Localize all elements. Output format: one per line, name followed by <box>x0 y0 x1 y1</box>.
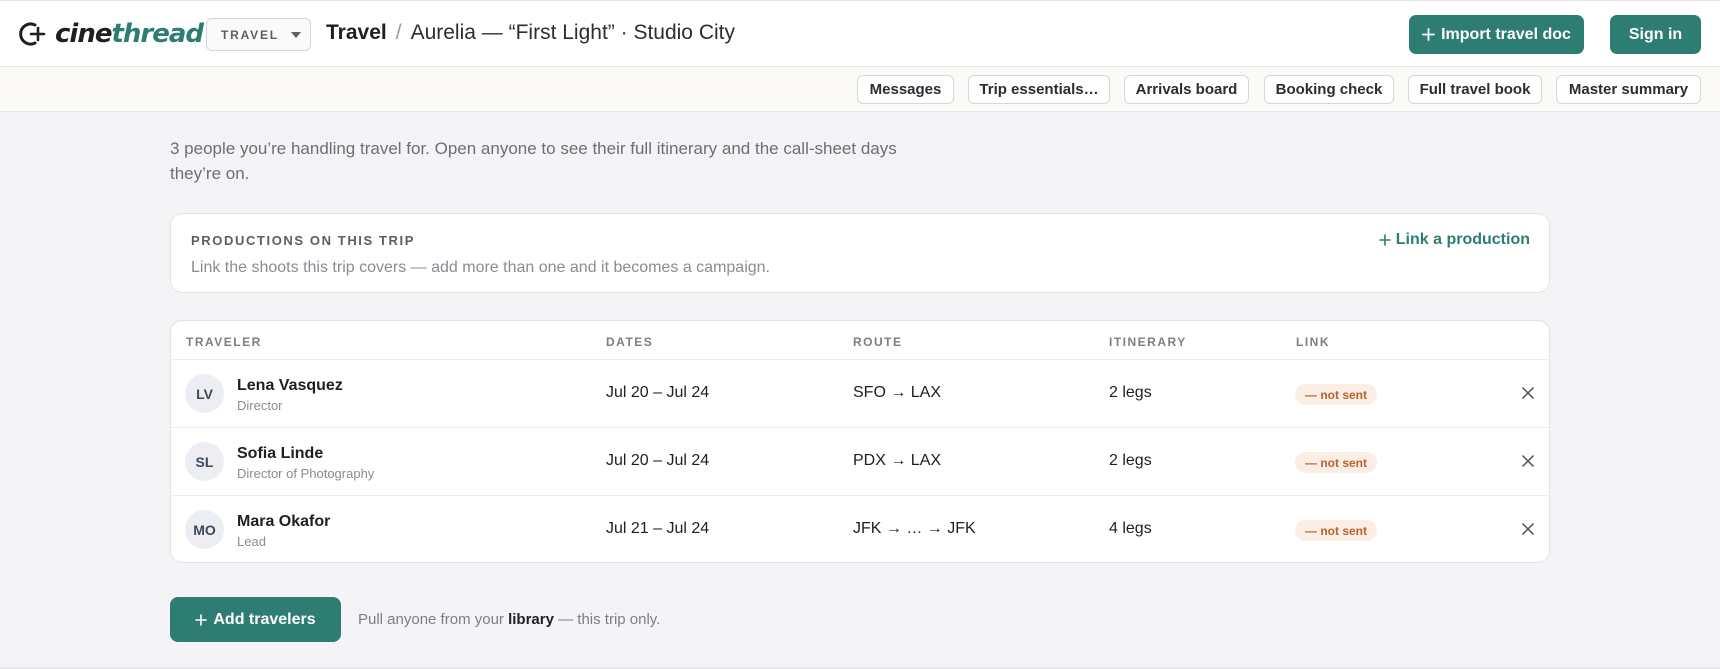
status-badge: — not sent <box>1295 520 1377 541</box>
table-row[interactable]: SL Sofia Linde Director of Photography J… <box>171 428 1549 496</box>
traveler-name[interactable]: Sofia Linde <box>237 445 323 463</box>
productions-description: Link the shoots this trip covers — add m… <box>191 259 770 276</box>
plus-icon <box>1422 28 1435 41</box>
status-badge: — not sent <box>1295 452 1377 473</box>
top-bar: cinethread TRAVEL Travel / Aurelia — “Fi… <box>0 0 1720 67</box>
travelers-table: TRAVELER DATES ROUTE ITINERARY LINK LV L… <box>170 320 1550 563</box>
traveler-route: PDX → LAX <box>853 452 942 469</box>
col-traveler: TRAVELER <box>186 335 262 349</box>
logo-text: cinethread <box>55 19 204 49</box>
link-production-button[interactable]: Link a production <box>1378 231 1530 249</box>
remove-traveler-button[interactable] <box>1516 517 1540 541</box>
module-select-label: TRAVEL <box>221 27 279 42</box>
link-production-label: Link a production <box>1395 231 1530 248</box>
traveler-route: JFK → … → JFK <box>853 520 976 537</box>
traveler-dates: Jul 20 – Jul 24 <box>606 384 710 401</box>
traveler-role: Lead <box>237 534 266 549</box>
traveler-itinerary: 4 legs <box>1109 520 1152 537</box>
col-itinerary: ITINERARY <box>1109 335 1187 349</box>
nav-booking-check[interactable]: Booking check <box>1264 75 1394 104</box>
avatar: LV <box>185 374 224 413</box>
traveler-route: SFO → LAX <box>853 384 942 401</box>
nav-messages[interactable]: Messages <box>857 75 954 104</box>
nav-master-summary[interactable]: Master summary <box>1556 75 1701 104</box>
breadcrumb-root[interactable]: Travel <box>326 21 387 45</box>
sign-in-button[interactable]: Sign in <box>1610 15 1701 54</box>
chevron-down-icon <box>290 31 301 38</box>
traveler-dates: Jul 21 – Jul 24 <box>606 520 710 537</box>
col-dates: DATES <box>606 335 654 349</box>
close-icon <box>1522 455 1534 467</box>
traveler-name[interactable]: Lena Vasquez <box>237 377 343 395</box>
remove-traveler-button[interactable] <box>1516 449 1540 473</box>
close-icon <box>1522 523 1534 535</box>
traveler-dates: Jul 20 – Jul 24 <box>606 452 710 469</box>
module-select[interactable]: TRAVEL <box>206 18 311 51</box>
avatar: SL <box>185 442 224 481</box>
breadcrumb-separator: / <box>395 21 402 44</box>
table-row[interactable]: MO Mara Okafor Lead Jul 21 – Jul 24 JFK … <box>171 496 1549 562</box>
traveler-itinerary: 2 legs <box>1109 384 1152 401</box>
traveler-name[interactable]: Mara Okafor <box>237 513 330 531</box>
import-travel-doc-button[interactable]: Import travel doc <box>1409 15 1584 54</box>
traveler-role: Director of Photography <box>237 466 375 481</box>
remove-traveler-button[interactable] <box>1516 381 1540 405</box>
nav-trip-essentials[interactable]: Trip essentials… <box>968 75 1110 104</box>
plus-icon <box>1378 234 1391 246</box>
library-link[interactable]: library <box>508 611 554 628</box>
add-travelers-hint: Pull anyone from your library — this tri… <box>358 611 661 628</box>
logo-icon <box>19 22 46 46</box>
nav-arrivals-board[interactable]: Arrivals board <box>1124 75 1249 104</box>
table-row[interactable]: LV Lena Vasquez Director Jul 20 – Jul 24… <box>171 360 1549 428</box>
breadcrumb-current: Aurelia — “First Light” · Studio City <box>410 21 735 44</box>
traveler-itinerary: 2 legs <box>1109 452 1152 469</box>
add-travelers-label: Add travelers <box>213 610 316 628</box>
add-travelers-button[interactable]: Add travelers <box>170 597 341 642</box>
intro-text: 3 people you’re handling travel for. Ope… <box>170 139 897 183</box>
traveler-role: Director <box>237 398 283 413</box>
productions-title: PRODUCTIONS ON THIS TRIP <box>191 233 416 248</box>
plus-icon <box>195 613 208 626</box>
import-travel-doc-label: Import travel doc <box>1441 25 1571 43</box>
close-icon <box>1522 387 1534 399</box>
sub-nav: Messages Trip essentials… Arrivals board… <box>0 67 1720 112</box>
status-badge: — not sent <box>1295 384 1377 405</box>
nav-full-travel-book[interactable]: Full travel book <box>1408 75 1542 104</box>
col-link: LINK <box>1296 335 1330 349</box>
breadcrumb: Travel / Aurelia — “First Light” · Studi… <box>326 21 735 45</box>
logo[interactable]: cinethread <box>17 19 204 49</box>
avatar: MO <box>185 510 224 549</box>
col-route: ROUTE <box>853 335 903 349</box>
productions-card: PRODUCTIONS ON THIS TRIP Link the shoots… <box>170 213 1550 293</box>
